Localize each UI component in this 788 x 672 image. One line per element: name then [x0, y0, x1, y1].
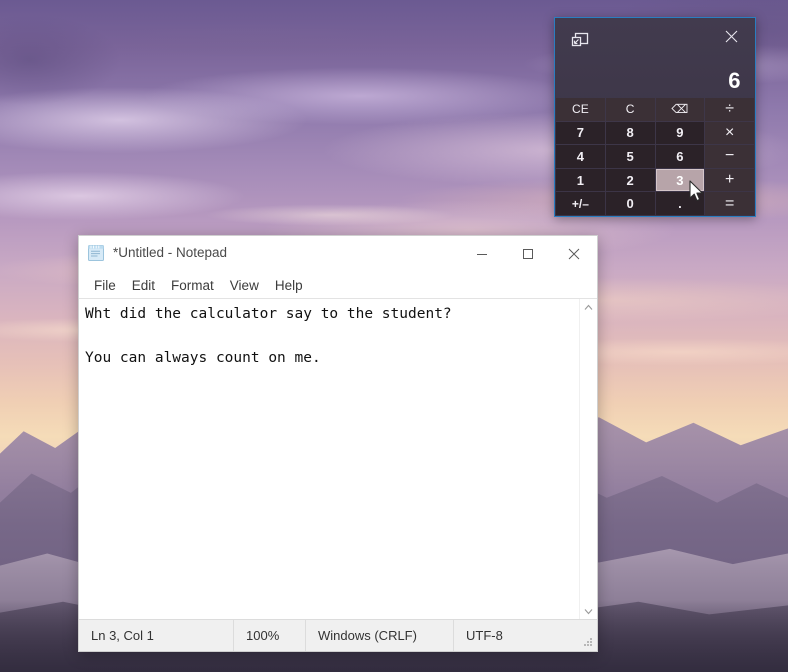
notepad-window-controls — [459, 236, 597, 272]
menu-view[interactable]: View — [223, 276, 266, 296]
menu-file[interactable]: File — [87, 276, 123, 296]
notepad-close-button[interactable] — [551, 236, 597, 272]
menu-format[interactable]: Format — [164, 276, 221, 296]
calc-button-add[interactable]: + — [705, 169, 754, 192]
resize-grip-icon[interactable] — [582, 636, 594, 648]
notepad-statusbar: Ln 3, Col 1 100% Windows (CRLF) UTF-8 — [79, 619, 597, 651]
calc-button-7[interactable]: 7 — [556, 122, 605, 145]
notepad-editor-area: Wht did the calculator say to the studen… — [79, 298, 597, 620]
desktop: 6 CEC⌫÷789×456−123++/–0.= *Untitled - No… — [0, 0, 788, 672]
calc-button-divide[interactable]: ÷ — [705, 98, 754, 121]
calculator-display-value: 6 — [728, 68, 741, 93]
calc-button-equals[interactable]: = — [705, 192, 754, 215]
calc-button-4[interactable]: 4 — [556, 145, 605, 168]
calc-button-decimal[interactable]: . — [656, 192, 705, 215]
calculator-display: 6 — [555, 66, 755, 100]
calculator-content: 6 CEC⌫÷789×456−123++/–0.= — [555, 18, 755, 216]
notepad-titlebar[interactable]: *Untitled - Notepad — [79, 236, 597, 273]
calculator-titlebar[interactable] — [555, 18, 755, 66]
restore-down-icon[interactable] — [567, 27, 593, 53]
calculator-window[interactable]: 6 CEC⌫÷789×456−123++/–0.= — [554, 17, 756, 217]
calc-button-clear-entry[interactable]: CE — [556, 98, 605, 121]
calc-button-subtract[interactable]: − — [705, 145, 754, 168]
status-zoom-level: 100% — [234, 620, 306, 651]
calc-button-backspace[interactable]: ⌫ — [656, 98, 705, 121]
status-line-ending: Windows (CRLF) — [306, 620, 454, 651]
calculator-close-button[interactable] — [709, 18, 753, 54]
calculator-keypad: CEC⌫÷ 789× 456− 123+ +/–0.= — [555, 98, 755, 216]
calc-button-clear[interactable]: C — [606, 98, 655, 121]
notepad-minimize-button[interactable] — [459, 236, 505, 272]
menu-edit[interactable]: Edit — [125, 276, 162, 296]
chevron-down-icon[interactable] — [580, 603, 597, 620]
notepad-icon — [86, 243, 106, 263]
notepad-text-content[interactable]: Wht did the calculator say to the studen… — [79, 299, 579, 620]
notepad-vertical-scrollbar[interactable] — [579, 299, 597, 620]
calc-button-6[interactable]: 6 — [656, 145, 705, 168]
notepad-maximize-button[interactable] — [505, 236, 551, 272]
calc-button-0[interactable]: 0 — [606, 192, 655, 215]
calc-button-3[interactable]: 3 — [656, 169, 705, 192]
notepad-scroll-track[interactable] — [580, 316, 597, 603]
calc-button-9[interactable]: 9 — [656, 122, 705, 145]
calc-button-negate[interactable]: +/– — [556, 192, 605, 215]
menu-help[interactable]: Help — [268, 276, 310, 296]
status-encoding: UTF-8 — [454, 620, 597, 651]
status-cursor-position: Ln 3, Col 1 — [79, 620, 234, 651]
calc-button-multiply[interactable]: × — [705, 122, 754, 145]
calc-button-1[interactable]: 1 — [556, 169, 605, 192]
notepad-title: *Untitled - Notepad — [113, 245, 227, 260]
calc-button-8[interactable]: 8 — [606, 122, 655, 145]
notepad-menubar: FileEditFormatViewHelp — [79, 273, 597, 299]
notepad-window[interactable]: *Untitled - Notepad FileEditFormatViewHe… — [78, 235, 598, 652]
calc-button-2[interactable]: 2 — [606, 169, 655, 192]
chevron-up-icon[interactable] — [580, 299, 597, 316]
calc-button-5[interactable]: 5 — [606, 145, 655, 168]
